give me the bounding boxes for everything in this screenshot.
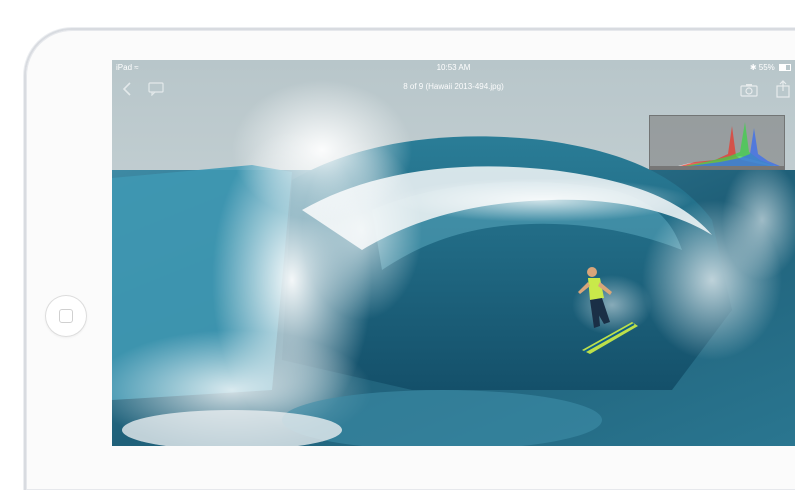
- share-icon[interactable]: [775, 80, 791, 98]
- photo-navbar: 8 of 9 (Hawaii 2013-494.jpg): [112, 76, 795, 102]
- photo-title: 8 of 9 (Hawaii 2013-494.jpg): [403, 82, 504, 91]
- battery-percent: 55%: [758, 63, 775, 72]
- home-button[interactable]: [45, 295, 87, 337]
- status-right: ✱ 55%: [750, 60, 791, 76]
- camera-icon[interactable]: [740, 83, 758, 97]
- bluetooth-icon: ✱: [749, 63, 757, 72]
- home-button-square: [59, 309, 73, 323]
- screen: iPad ≈ 10:53 AM ✱ 55% 8 of 9 (Hawaii 201…: [112, 60, 795, 446]
- histogram-graph: [650, 122, 784, 169]
- battery-icon: [779, 64, 791, 72]
- status-bar: iPad ≈ 10:53 AM ✱ 55%: [112, 60, 795, 76]
- histogram-overlay[interactable]: [649, 115, 785, 170]
- status-time: 10:53 AM: [436, 63, 471, 72]
